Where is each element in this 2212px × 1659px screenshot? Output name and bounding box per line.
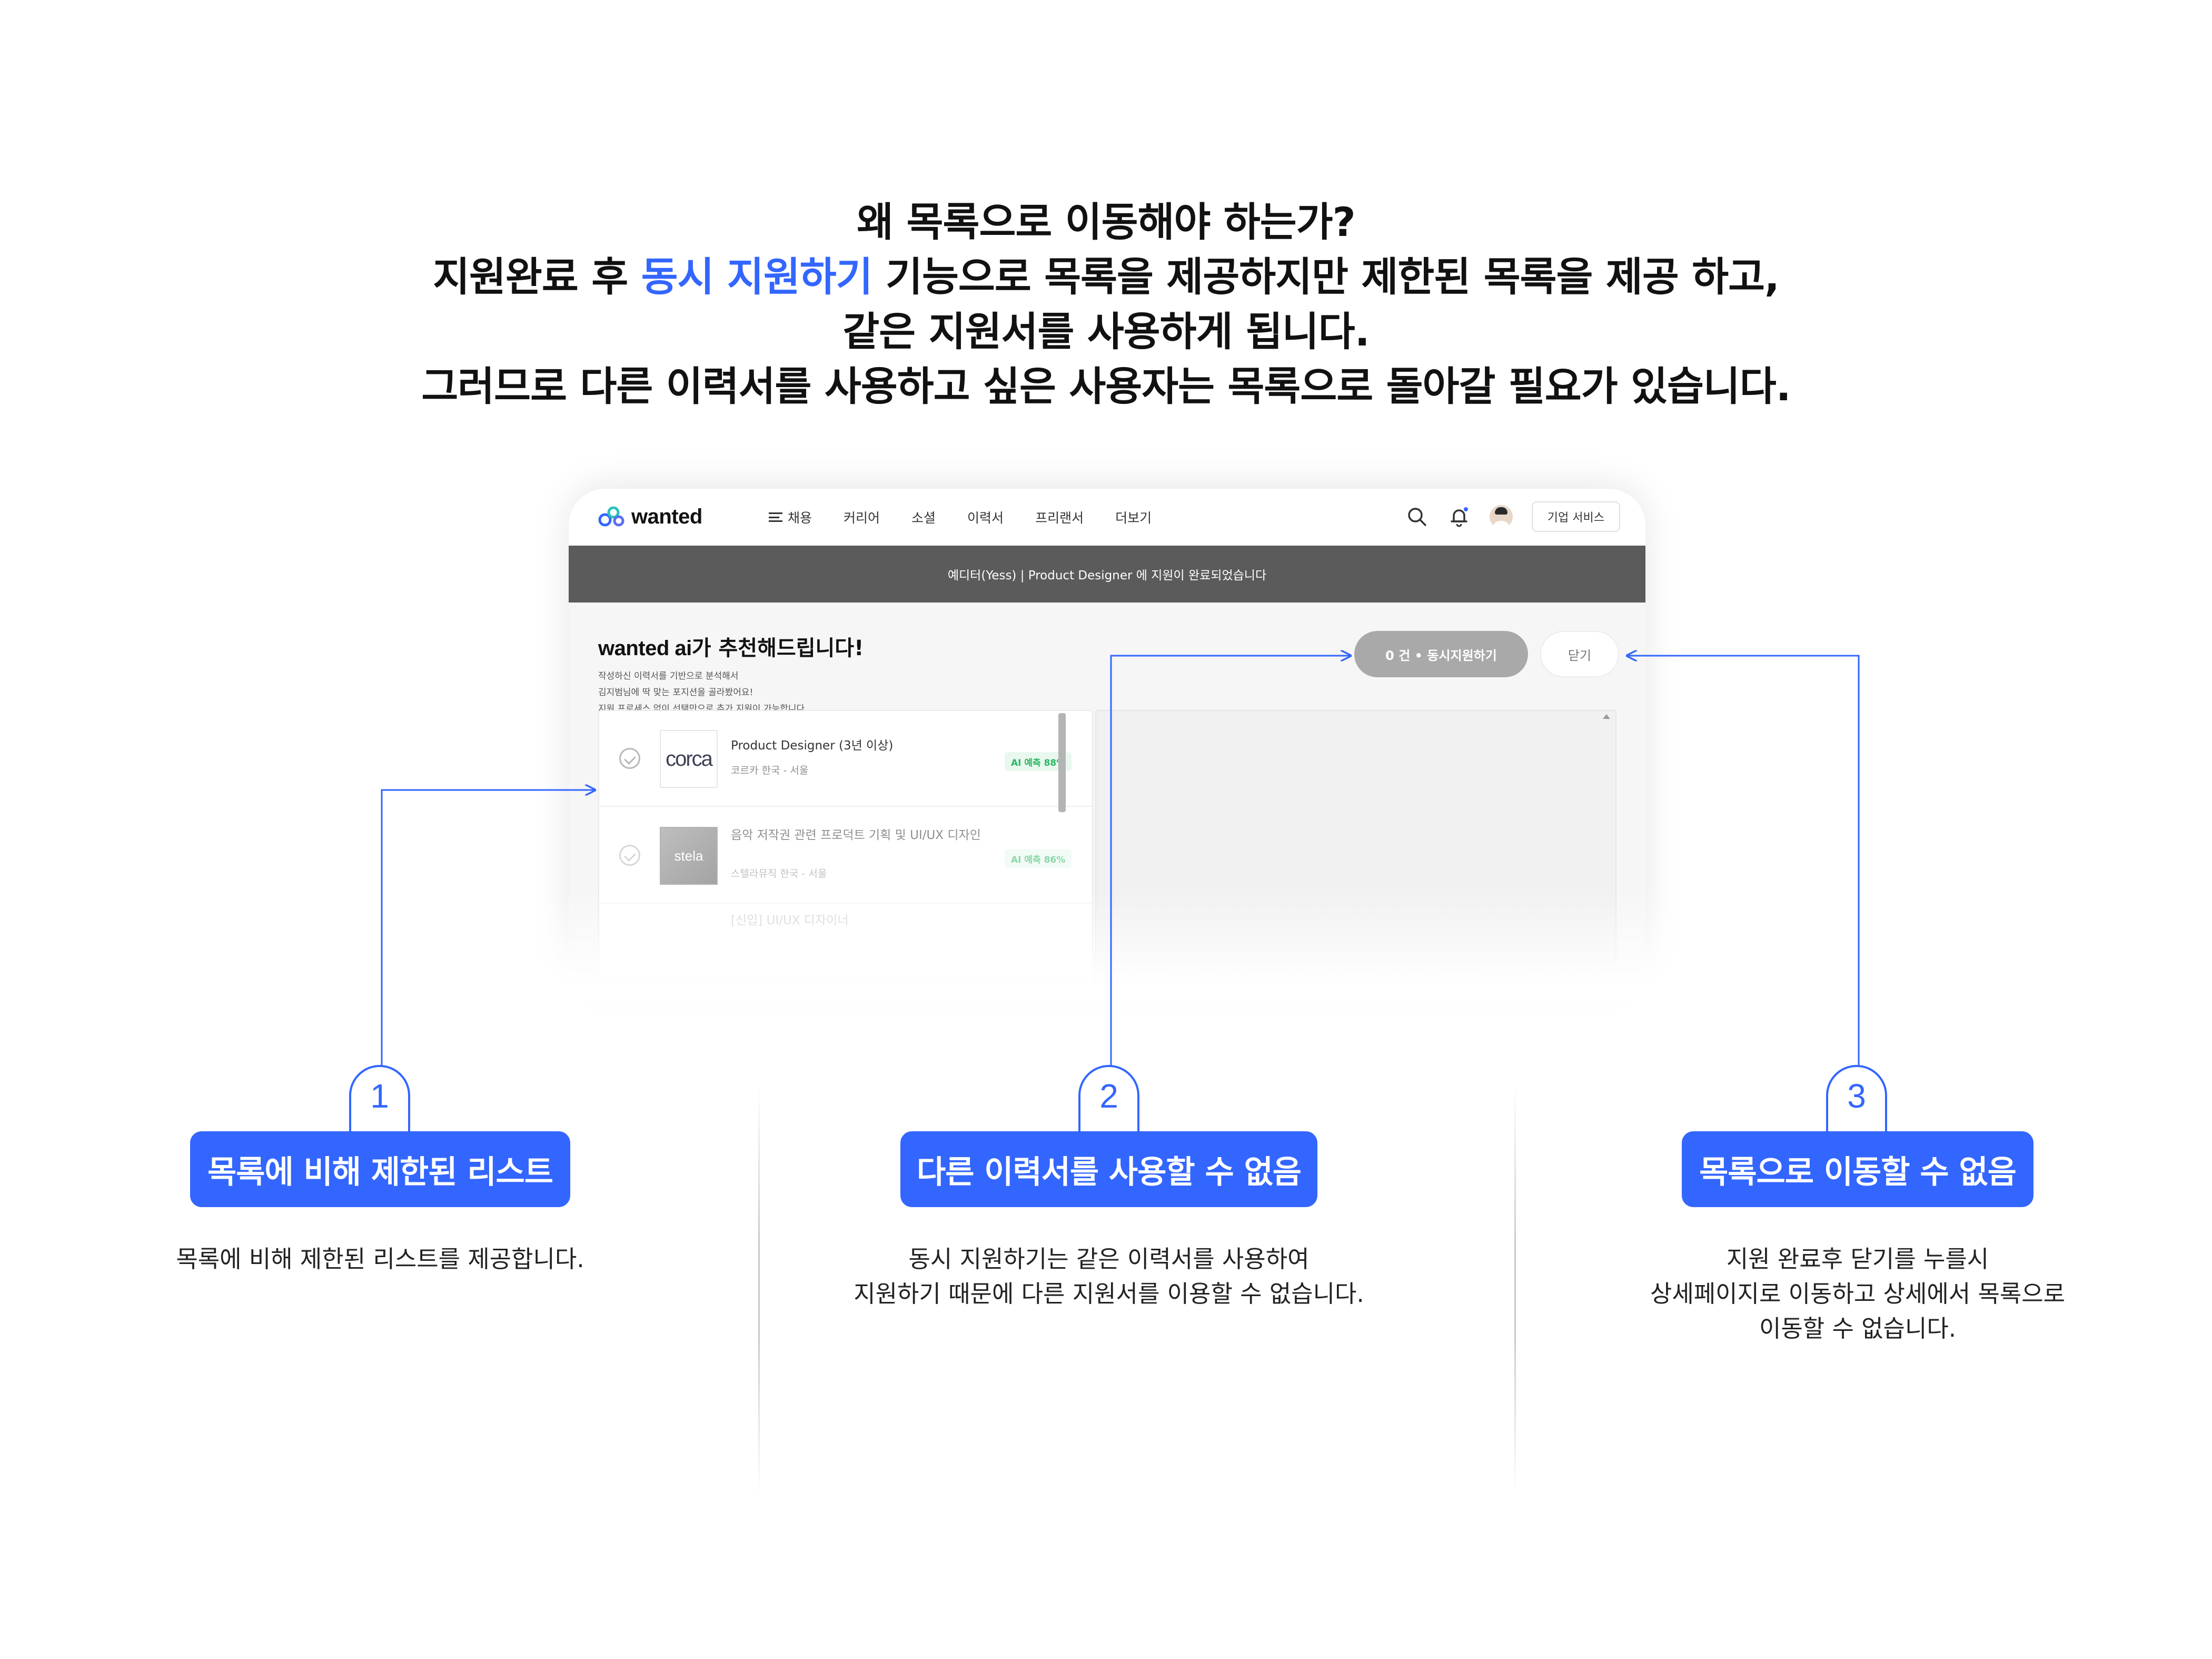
nav-item-jobs[interactable]: 채용 bbox=[769, 507, 812, 528]
job-company: 코르카 한국 - 서울 bbox=[731, 765, 809, 776]
nav-item-career[interactable]: 커리어 bbox=[844, 507, 880, 528]
wanted-logo-text: wanted bbox=[631, 505, 702, 528]
recommend-title-rest: 가 추천해드립니다! bbox=[691, 636, 864, 660]
callout-title-1: 목록에 비해 제한된 리스트 bbox=[190, 1131, 570, 1207]
nav-item-social[interactable]: 소셜 bbox=[911, 507, 936, 528]
connector-1 bbox=[381, 790, 595, 1074]
job-title: 음악 저작권 관련 프로덕트 기획 및 UI/UX 디자인 bbox=[731, 828, 981, 842]
apply-complete-banner: 예디터(Yess) | Product Designer 에 지원이 완료되었습… bbox=[569, 546, 1645, 603]
nav-menu: 채용 커리어 소셜 이력서 프리랜서 더보기 bbox=[769, 507, 1183, 528]
callout-desc-1: 목록에 비해 제한된 리스트를 제공합니다. bbox=[117, 1242, 643, 1277]
callout-number-2: 2 bbox=[1078, 1065, 1139, 1133]
job-detail-panel bbox=[1095, 710, 1616, 981]
callout-title-2: 다른 이력서를 사용할 수 없음 bbox=[900, 1131, 1317, 1207]
avatar[interactable] bbox=[1489, 505, 1513, 528]
simultaneous-apply-button[interactable]: 0 건 • 동시지원하기 bbox=[1354, 631, 1528, 677]
headline-line-3: 같은 지원서를 사용하게 됩니다. bbox=[842, 308, 1370, 355]
headline-line-2: 지원완료 후 동시 지원하기 기능으로 목록을 제공하지만 제한된 목록을 제공… bbox=[0, 250, 2212, 304]
headline-line-4: 그러므로 다른 이력서를 사용하고 싶은 사용자는 목록으로 돌아갈 필요가 있… bbox=[421, 363, 1791, 410]
wanted-logo[interactable]: wanted bbox=[598, 503, 702, 530]
callout-title-3: 목록으로 이동할 수 없음 bbox=[1682, 1131, 2034, 1207]
mockup-window: wanted 채용 커리어 소셜 이력서 프리랜서 더보기 기업 서비스 예디터… bbox=[569, 489, 1645, 981]
callout-desc-line: 지원 완료후 닫기를 누를시 bbox=[1726, 1245, 1989, 1273]
headline-line-2-pre: 지원완료 후 bbox=[433, 253, 641, 300]
job-title: [신입] UI/UX 디자이너 bbox=[731, 914, 849, 927]
recommend-desc-line: 작성하신 이력서를 기반으로 분석해서 bbox=[598, 671, 739, 682]
callout-desc-line: 동시 지원하기는 같은 이력서를 사용하여 bbox=[908, 1245, 1310, 1273]
check-circle-icon[interactable] bbox=[619, 748, 640, 769]
callout-desc-line: 이동할 수 없습니다. bbox=[1759, 1315, 1957, 1342]
job-company: 스텔라뮤직 한국 - 서울 bbox=[731, 868, 827, 880]
nav-item-label: 채용 bbox=[788, 510, 812, 526]
recommend-desc-line: 김지범님에 딱 맞는 포지션을 골라봤어요! bbox=[598, 687, 753, 698]
headline: 왜 목록으로 이동해야 하는가? 지원완료 후 동시 지원하기 기능으로 목록을… bbox=[0, 195, 2212, 414]
headline-question: 왜 목록으로 이동해야 하는가? bbox=[857, 199, 1356, 245]
company-logo: stela bbox=[660, 827, 718, 885]
job-item[interactable]: corca Product Designer (3년 이상) 코르카 한국 - … bbox=[599, 711, 1092, 807]
check-circle-icon[interactable] bbox=[619, 845, 640, 866]
column-divider bbox=[758, 1085, 760, 1496]
close-button[interactable]: 닫기 bbox=[1540, 631, 1619, 677]
top-nav: wanted 채용 커리어 소셜 이력서 프리랜서 더보기 기업 서비스 bbox=[569, 489, 1645, 546]
headline-accent: 동시 지원하기 bbox=[641, 253, 873, 300]
recommended-job-list[interactable]: corca Product Designer (3년 이상) 코르카 한국 - … bbox=[598, 710, 1093, 981]
nav-item-freelancer[interactable]: 프리랜서 bbox=[1035, 507, 1084, 528]
ai-prediction-badge: AI 예측 86% bbox=[1005, 849, 1072, 868]
wanted-logo-icon bbox=[598, 505, 625, 528]
callout-number-3: 3 bbox=[1826, 1065, 1887, 1133]
callout-desc-line: 목록에 비해 제한된 리스트를 제공합니다. bbox=[176, 1245, 584, 1273]
list-scrollbar[interactable] bbox=[1058, 713, 1066, 812]
recommend-title: wanted ai가 추천해드립니다! bbox=[598, 631, 864, 661]
company-logo-text: corca bbox=[666, 747, 713, 771]
bell-icon[interactable] bbox=[1447, 505, 1471, 528]
menu-icon bbox=[769, 512, 782, 522]
callout-desc-line: 상세페이지로 이동하고 상세에서 목록으로 bbox=[1650, 1280, 2066, 1308]
search-icon[interactable] bbox=[1405, 505, 1429, 528]
company-logo: corca bbox=[660, 730, 718, 788]
callout-desc-2: 동시 지원하기는 같은 이력서를 사용하여 지원하기 때문에 다른 지원서를 이… bbox=[793, 1242, 1425, 1311]
nav-item-more[interactable]: 더보기 bbox=[1115, 507, 1152, 528]
callout-number-1: 1 bbox=[349, 1065, 410, 1133]
connector-3 bbox=[1627, 656, 1860, 1074]
job-item[interactable]: stela 음악 저작권 관련 프로덕트 기획 및 UI/UX 디자인 스텔라뮤… bbox=[599, 808, 1092, 904]
callout-desc-3: 지원 완료후 닫기를 누를시 상세페이지로 이동하고 상세에서 목록으로 이동할… bbox=[1568, 1242, 2147, 1346]
recommend-modal: wanted ai가 추천해드립니다! 작성하신 이력서를 기반으로 분석해서 … bbox=[569, 603, 1645, 981]
job-title: Product Designer (3년 이상) bbox=[731, 739, 894, 753]
nav-item-resume[interactable]: 이력서 bbox=[967, 507, 1004, 528]
column-divider bbox=[1514, 1085, 1516, 1496]
nav-actions: 기업 서비스 bbox=[1405, 501, 1620, 532]
headline-line-2-post: 기능으로 목록을 제공하지만 제한된 목록을 제공 하고, bbox=[872, 253, 1780, 300]
callout-desc-line: 지원하기 때문에 다른 지원서를 이용할 수 없습니다. bbox=[854, 1280, 1364, 1308]
job-item[interactable]: [신입] UI/UX 디자이너 bbox=[599, 905, 1092, 981]
recommend-title-brand: wanted ai bbox=[598, 637, 692, 660]
company-logo-text: stela bbox=[674, 847, 703, 864]
scroll-up-arrow-icon[interactable] bbox=[1603, 714, 1610, 719]
business-service-button[interactable]: 기업 서비스 bbox=[1531, 501, 1620, 532]
